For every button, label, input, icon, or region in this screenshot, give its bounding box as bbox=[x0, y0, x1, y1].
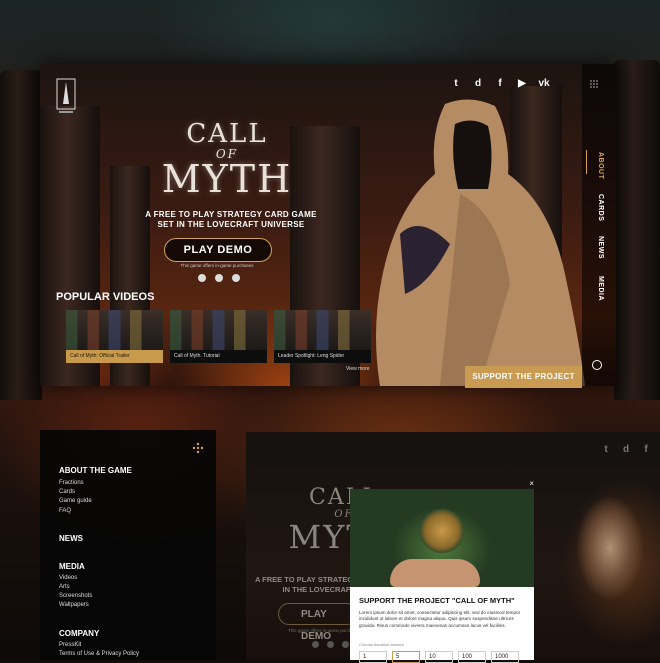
amount-option[interactable]: 100 bbox=[458, 651, 486, 663]
amount-option[interactable]: 5 bbox=[392, 651, 420, 663]
discord-icon[interactable]: d bbox=[620, 444, 632, 456]
support-modal: × SUPPORT THE PROJECT "CALL OF MYTH" Lor… bbox=[350, 479, 534, 663]
popular-videos-heading: POPULAR VIDEOS bbox=[56, 291, 155, 303]
purchase-note: This game offers in-game purchases bbox=[180, 263, 254, 268]
google-play-icon[interactable] bbox=[327, 641, 334, 648]
youtube-icon[interactable]: ▶ bbox=[516, 78, 528, 90]
nav-label: MEDIA bbox=[597, 276, 604, 302]
close-icon[interactable]: × bbox=[529, 479, 534, 488]
play-demo-button[interactable]: PLAY DEMO bbox=[164, 238, 272, 262]
menu-link-screenshots[interactable]: Screenshots bbox=[59, 593, 92, 599]
hero-tagline: A FREE TO PLAY STRATEGY CARD GAME SET IN… bbox=[145, 210, 317, 229]
video-thumbnail[interactable]: Call of Myth: Official Trailer bbox=[66, 310, 163, 363]
game-title-logo: CALL OF MYTH bbox=[154, 120, 300, 198]
amount-option[interactable]: 1 bbox=[359, 651, 387, 663]
facebook-icon[interactable]: f bbox=[640, 444, 652, 456]
game-logo-icon[interactable] bbox=[56, 78, 76, 118]
menu-section-news[interactable]: NEWS bbox=[59, 534, 83, 543]
discord-icon[interactable]: d bbox=[472, 78, 484, 90]
modal-description: Lorem ipsum dolor sit amet, consectetur … bbox=[359, 610, 521, 628]
video-thumbnail[interactable]: Call of Myth. Tutorial bbox=[170, 310, 267, 363]
platform-links bbox=[198, 274, 240, 282]
modal-title: SUPPORT THE PROJECT "CALL OF MYTH" bbox=[359, 596, 515, 605]
hero-mockup: t d f ▶ vk CALL OF MYTH A FREE TO PLAY S… bbox=[40, 64, 616, 386]
google-play-icon[interactable] bbox=[215, 274, 223, 282]
nav-label: NEWS bbox=[597, 236, 604, 259]
amount-option[interactable]: 1000 bbox=[491, 651, 519, 663]
video-caption: Call of Myth. Tutorial bbox=[170, 350, 267, 363]
app-store-icon[interactable] bbox=[232, 274, 240, 282]
title-line: CALL bbox=[186, 119, 268, 149]
app-store-icon[interactable] bbox=[342, 641, 349, 648]
amount-option[interactable]: 10 bbox=[425, 651, 453, 663]
video-preview bbox=[274, 310, 371, 350]
hand-artwork bbox=[390, 559, 480, 587]
menu-link-game-guide[interactable]: Game guide bbox=[59, 498, 92, 504]
menu-link-faq[interactable]: FAQ bbox=[59, 508, 71, 514]
menu-link-terms[interactable]: Terms of Use & Privacy Policy bbox=[59, 651, 139, 657]
menu-link-arts[interactable]: Arts bbox=[59, 584, 70, 590]
tower-silhouette bbox=[614, 60, 660, 400]
video-caption: Call of Myth: Official Trailer bbox=[66, 350, 163, 363]
platform-links bbox=[312, 641, 349, 648]
video-thumbnail[interactable]: Leader Spotlight: Leng Spider bbox=[274, 310, 371, 363]
menu-section-media[interactable]: MEDIA bbox=[59, 562, 85, 571]
menu-link-cards[interactable]: Cards bbox=[59, 489, 75, 495]
video-list: Call of Myth: Official Trailer Call of M… bbox=[66, 310, 371, 363]
menu-link-presskit[interactable]: PressKit bbox=[59, 642, 81, 648]
hooded-figure-art bbox=[550, 468, 660, 660]
nav-label: ABOUT bbox=[597, 152, 604, 180]
video-caption: Leader Spotlight: Leng Spider bbox=[274, 350, 371, 363]
social-links: t d f bbox=[600, 444, 652, 456]
menu-close-icon[interactable] bbox=[192, 442, 204, 454]
video-preview bbox=[170, 310, 267, 350]
menu-link-videos[interactable]: Videos bbox=[59, 575, 77, 581]
menu-link-wallpapers[interactable]: Wallpapers bbox=[59, 602, 89, 608]
twitter-icon[interactable]: t bbox=[600, 444, 612, 456]
active-nav-indicator bbox=[586, 150, 587, 174]
play-demo-button[interactable]: PLAY DEMO bbox=[278, 603, 358, 642]
social-links: t d f ▶ vk bbox=[450, 78, 550, 90]
amount-label: Choose donation amount bbox=[359, 642, 404, 647]
vk-icon[interactable]: vk bbox=[538, 78, 550, 90]
menu-section-company[interactable]: COMPANY bbox=[59, 629, 99, 638]
steam-icon[interactable] bbox=[312, 641, 319, 648]
title-line: MYTH bbox=[161, 157, 293, 201]
facebook-icon[interactable]: f bbox=[494, 78, 506, 90]
view-more-link[interactable]: View more bbox=[346, 366, 370, 372]
twitter-icon[interactable]: t bbox=[450, 78, 462, 90]
nav-label: CARDS bbox=[597, 194, 604, 222]
video-preview bbox=[66, 310, 163, 350]
menu-overlay: ABOUT THE GAME Fractions Cards Game guid… bbox=[40, 430, 216, 660]
side-navigation: ABOUT CARDS NEWS MEDIA bbox=[582, 64, 616, 386]
menu-section-about[interactable]: ABOUT THE GAME bbox=[59, 466, 132, 475]
menu-link-fractions[interactable]: Fractions bbox=[59, 480, 84, 486]
tower-silhouette bbox=[0, 70, 42, 400]
support-project-button[interactable]: SUPPORT THE PROJECT bbox=[465, 366, 582, 388]
steam-icon[interactable] bbox=[198, 274, 206, 282]
hooded-figure-art bbox=[376, 99, 585, 386]
amount-options: 1 5 10 100 1000 bbox=[359, 651, 519, 663]
language-globe-icon[interactable] bbox=[592, 360, 602, 370]
